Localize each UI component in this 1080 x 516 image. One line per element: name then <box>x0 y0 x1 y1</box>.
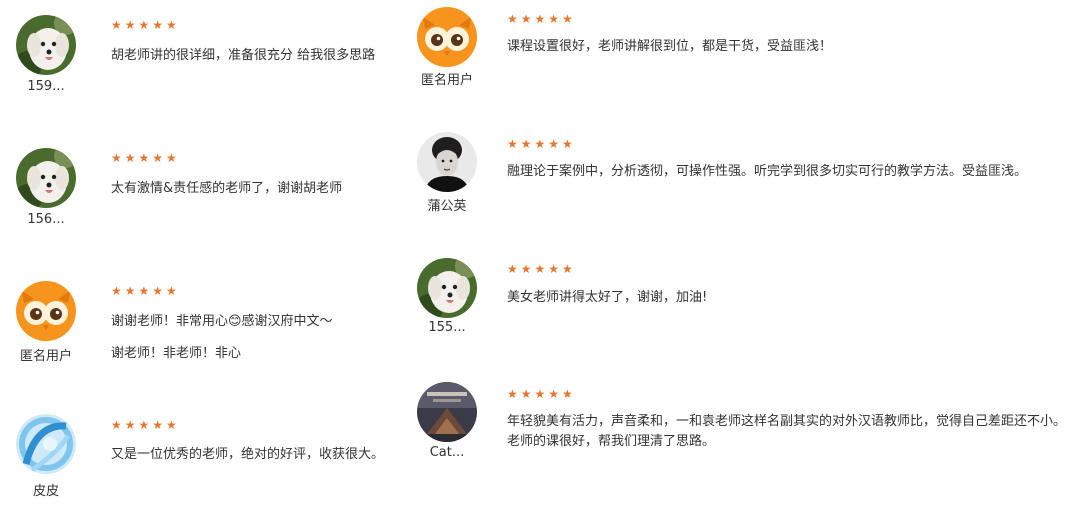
owl-avatar-icon <box>16 281 76 341</box>
review-text: 又是一位优秀的老师，绝对的好评，收获很大。 <box>111 447 385 462</box>
puppy-avatar-icon <box>16 148 76 208</box>
reviewer-name: 156... <box>27 212 65 227</box>
avatar[interactable] <box>417 382 477 442</box>
avatar[interactable] <box>417 132 477 192</box>
review-text: 谢谢老师！非常用心😊感谢汉府中文～ <box>111 314 333 329</box>
star-rating: ★★★★★ <box>111 284 180 298</box>
review-text: 太有激情&责任感的老师了，谢谢胡老师 <box>111 181 343 196</box>
book-cover-avatar-icon <box>417 382 477 442</box>
reviewer-name: 155... <box>428 320 466 335</box>
star-rating: ★★★★★ <box>507 262 576 276</box>
reviewer-name: 皮皮 <box>32 484 59 499</box>
review-text: 谢老师！非老师！非心 <box>111 346 242 361</box>
review-text: 胡老师讲的很详细，准备很充分 给我很多思路 <box>111 48 376 63</box>
reviewer-name: 159... <box>27 79 65 94</box>
star-rating: ★★★★★ <box>111 418 180 432</box>
review-text: 老师的课很好，帮我们理清了思路。 <box>507 434 716 449</box>
reviewer-name: 匿名用户 <box>19 349 72 364</box>
reviewer-name: 匿名用户 <box>420 73 473 88</box>
star-rating: ★★★★★ <box>111 18 180 32</box>
avatar[interactable] <box>417 7 477 67</box>
owl-avatar-icon <box>417 7 477 67</box>
star-rating: ★★★★★ <box>507 387 576 401</box>
puppy-avatar-icon <box>417 258 477 318</box>
avatar[interactable] <box>16 15 76 75</box>
review-text: 课程设置很好，老师讲解很到位，都是干货，受益匪浅！ <box>507 39 833 54</box>
blue-swirl-avatar-icon <box>16 414 76 474</box>
star-rating: ★★★★★ <box>507 12 576 26</box>
star-rating: ★★★★★ <box>507 137 576 151</box>
reviewer-name: Cat... <box>429 445 465 460</box>
portrait-avatar-icon <box>417 132 477 192</box>
avatar[interactable] <box>16 281 76 341</box>
puppy-avatar-icon <box>16 15 76 75</box>
reviewer-name: 蒲公英 <box>427 199 467 214</box>
review-text: 美女老师讲得太好了，谢谢，加油! <box>507 290 708 305</box>
avatar[interactable] <box>16 148 76 208</box>
review-text: 融理论于案例中，分析透彻，可操作性强。听完学到很多切实可行的教学方法。受益匪浅。 <box>507 164 1028 179</box>
avatar[interactable] <box>16 414 76 474</box>
review-text: 年轻貌美有活力，声音柔和，一和袁老师这样名副其实的对外汉语教师比，觉得自己差距还… <box>507 414 1067 429</box>
star-rating: ★★★★★ <box>111 151 180 165</box>
avatar[interactable] <box>417 258 477 318</box>
